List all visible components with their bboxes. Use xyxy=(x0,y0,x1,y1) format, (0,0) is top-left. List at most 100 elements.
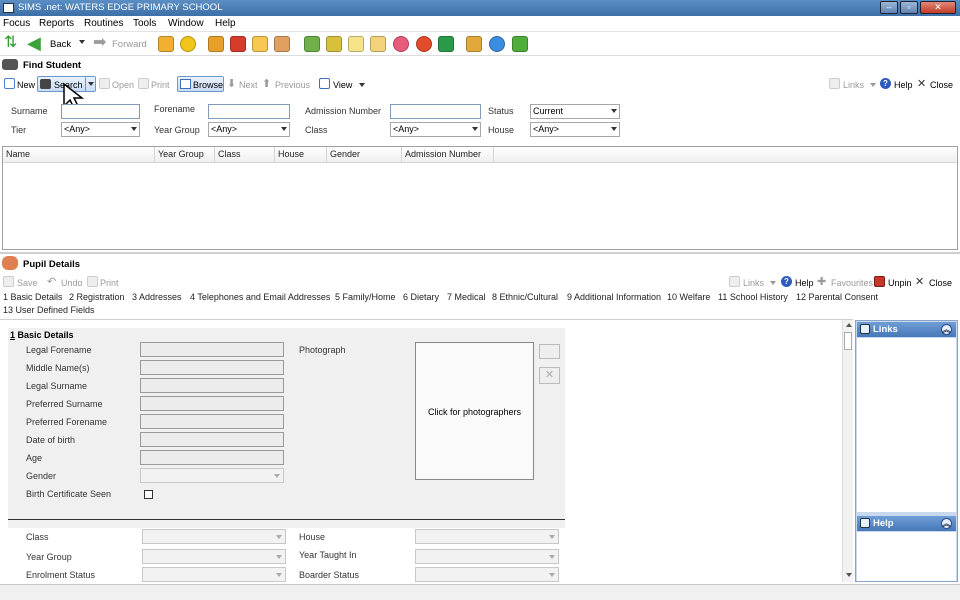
notepad-icon[interactable] xyxy=(348,36,364,52)
tab-basic-details[interactable]: 1 Basic Details xyxy=(3,292,63,302)
enrolment-status-dropdown-icon[interactable] xyxy=(276,573,282,577)
scroll-up-icon[interactable] xyxy=(846,323,852,327)
tab-family-home[interactable]: 5 Family/Home xyxy=(335,292,396,302)
idea-icon[interactable] xyxy=(180,36,196,52)
help-collapse-icon[interactable]: ︽ xyxy=(941,518,952,529)
unpin-button[interactable]: Unpin xyxy=(888,278,912,288)
scroll-thumb[interactable] xyxy=(844,332,852,350)
view-dropdown-icon[interactable] xyxy=(359,83,365,87)
gender-dropdown-icon[interactable] xyxy=(274,474,280,478)
new-button[interactable]: New xyxy=(17,80,35,90)
details-scrollbar[interactable] xyxy=(842,320,853,582)
edit-document-icon[interactable] xyxy=(370,36,386,52)
photo-frame[interactable]: Click for photographers xyxy=(415,342,534,480)
maximize-button[interactable]: ▫ xyxy=(900,1,918,14)
column-gender[interactable]: Gender xyxy=(327,147,402,162)
assessment-icon[interactable] xyxy=(326,36,342,52)
tab-ethnic-cultural[interactable]: 8 Ethnic/Cultural xyxy=(492,292,558,302)
menu-help[interactable]: Help xyxy=(215,18,236,29)
reg-class-select[interactable] xyxy=(142,529,286,544)
favourites-button[interactable]: Favourites xyxy=(831,278,873,288)
links-panel-header[interactable]: Links ︽ xyxy=(857,322,956,337)
preferred-surname-input[interactable] xyxy=(140,396,284,411)
house-dropdown-icon[interactable] xyxy=(611,127,617,131)
year-group-select[interactable]: <Any> xyxy=(208,122,290,137)
export-icon[interactable] xyxy=(438,36,454,52)
column-class[interactable]: Class xyxy=(215,147,275,162)
middle-names-input[interactable] xyxy=(140,360,284,375)
reg-year-group-select[interactable] xyxy=(142,549,286,564)
house-select[interactable]: <Any> xyxy=(530,122,620,137)
menu-window[interactable]: Window xyxy=(168,18,204,29)
back-dropdown-icon[interactable] xyxy=(79,40,85,44)
school-bag-icon[interactable] xyxy=(252,36,268,52)
close-button[interactable]: Close xyxy=(930,80,953,90)
tier-select[interactable]: <Any> xyxy=(61,122,140,137)
column-admission-number[interactable]: Admission Number xyxy=(402,147,494,162)
close-window-button[interactable]: ✕ xyxy=(920,1,956,14)
tab-addresses[interactable]: 3 Addresses xyxy=(132,292,182,302)
gender-select[interactable] xyxy=(140,468,284,483)
legal-surname-input[interactable] xyxy=(140,378,284,393)
books-icon[interactable] xyxy=(304,36,320,52)
tab-telephones-email[interactable]: 4 Telephones and Email Addresses xyxy=(190,292,330,302)
globe-icon[interactable] xyxy=(489,36,505,52)
browse-button[interactable]: Browse xyxy=(177,76,224,92)
refresh-icon[interactable]: ⇅ xyxy=(4,35,20,52)
status-dropdown-icon[interactable] xyxy=(611,109,617,113)
boarder-status-dropdown-icon[interactable] xyxy=(549,573,555,577)
forename-input[interactable] xyxy=(208,104,290,119)
tab-school-history[interactable]: 11 School History xyxy=(718,292,788,302)
year-group-dropdown-icon[interactable] xyxy=(281,127,287,131)
legal-forename-input[interactable] xyxy=(140,342,284,357)
calendar-icon[interactable] xyxy=(466,36,482,52)
teacher-icon[interactable] xyxy=(274,36,290,52)
tab-registration[interactable]: 2 Registration xyxy=(69,292,125,302)
pupil-close-button[interactable]: Close xyxy=(929,278,952,288)
flag-icon[interactable] xyxy=(230,36,246,52)
students-icon[interactable] xyxy=(158,36,174,52)
view-button[interactable]: View xyxy=(333,80,352,90)
enrolment-status-select[interactable] xyxy=(142,567,286,582)
date-of-birth-input[interactable] xyxy=(140,432,284,447)
tier-dropdown-icon[interactable] xyxy=(131,127,137,131)
minimize-button[interactable]: – xyxy=(880,1,898,14)
menu-focus[interactable]: Focus xyxy=(3,18,30,29)
links-button[interactable]: Links xyxy=(843,80,864,90)
report-icon[interactable] xyxy=(512,36,528,52)
tab-parental-consent[interactable]: 12 Parental Consent xyxy=(796,292,878,302)
tab-medical[interactable]: 7 Medical xyxy=(447,292,486,302)
pupil-icon[interactable] xyxy=(393,36,409,52)
preferred-forename-input[interactable] xyxy=(140,414,284,429)
search-dropdown-icon[interactable] xyxy=(88,82,94,86)
results-grid[interactable]: Name Year Group Class House Gender Admis… xyxy=(2,146,958,250)
column-name[interactable]: Name xyxy=(3,147,155,162)
clock-icon[interactable] xyxy=(416,36,432,52)
reg-year-group-dropdown-icon[interactable] xyxy=(276,555,282,559)
status-select[interactable]: Current xyxy=(530,104,620,119)
pupil-links-button[interactable]: Links xyxy=(743,278,764,288)
back-arrow-icon[interactable]: ◀ xyxy=(27,34,47,53)
reg-class-dropdown-icon[interactable] xyxy=(276,535,282,539)
links-dropdown-icon[interactable] xyxy=(870,83,876,87)
reg-house-select[interactable] xyxy=(415,529,559,544)
admission-number-input[interactable] xyxy=(390,104,481,119)
tab-user-defined-fields[interactable]: 13 User Defined Fields xyxy=(3,305,95,315)
pupil-help-button[interactable]: Help xyxy=(795,278,814,288)
help-panel-header[interactable]: Help ︽ xyxy=(857,516,956,531)
scroll-down-icon[interactable] xyxy=(846,573,852,577)
birth-certificate-checkbox[interactable] xyxy=(144,490,153,499)
reg-house-dropdown-icon[interactable] xyxy=(549,535,555,539)
book-icon[interactable] xyxy=(208,36,224,52)
tab-dietary[interactable]: 6 Dietary xyxy=(403,292,439,302)
links-collapse-icon[interactable]: ︽ xyxy=(941,324,952,335)
boarder-status-select[interactable] xyxy=(415,567,559,582)
tab-additional-information[interactable]: 9 Additional Information xyxy=(567,292,661,302)
click-for-photographers[interactable]: Click for photographers xyxy=(416,407,533,417)
menu-reports[interactable]: Reports xyxy=(39,18,74,29)
class-dropdown-icon[interactable] xyxy=(472,127,478,131)
splitter[interactable] xyxy=(0,252,960,254)
menu-routines[interactable]: Routines xyxy=(84,18,123,29)
year-taught-in-select[interactable] xyxy=(415,549,559,564)
tab-welfare[interactable]: 10 Welfare xyxy=(667,292,710,302)
